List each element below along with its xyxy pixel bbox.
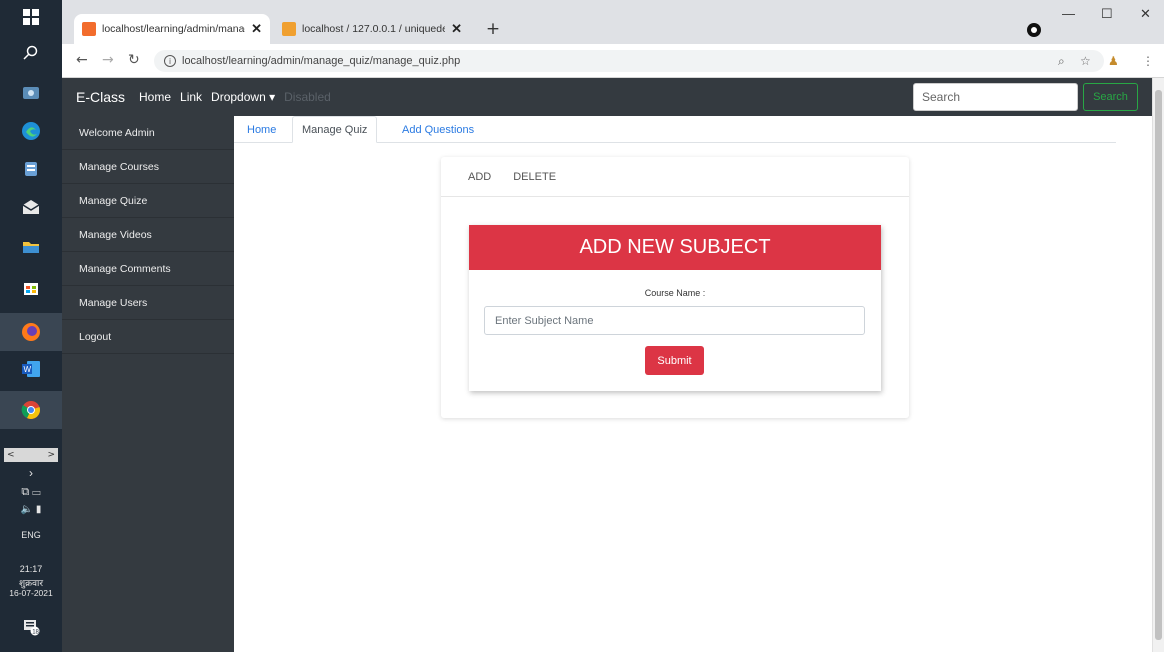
site-info-icon[interactable]: i xyxy=(164,55,176,67)
edge-icon[interactable] xyxy=(17,118,45,144)
sidebar-item-manage-courses[interactable]: Manage Courses xyxy=(62,150,234,184)
delete-action[interactable]: DELETE xyxy=(513,171,556,183)
nav-search-input[interactable]: Search xyxy=(913,83,1078,111)
sidebar-item-manage-comments[interactable]: Manage Comments xyxy=(62,252,234,286)
sidebar-item-manage-quize[interactable]: Manage Quize xyxy=(62,184,234,218)
new-tab-icon[interactable]: + xyxy=(482,18,504,40)
browser-tab[interactable]: localhost / 127.0.0.1 / uniquedev ✕ xyxy=(274,14,470,44)
taskbar-scroll[interactable]: < > xyxy=(4,448,58,462)
search-icon[interactable] xyxy=(17,40,45,66)
page-scrollbar[interactable] xyxy=(1152,78,1164,652)
language-indicator[interactable]: ENG xyxy=(0,530,62,540)
forward-icon[interactable]: → xyxy=(102,52,114,68)
browser-window: localhost/learning/admin/manag ✕ localho… xyxy=(62,0,1164,652)
subject-name-input[interactable]: Enter Subject Name xyxy=(484,306,865,335)
sidebar-item-logout[interactable]: Logout xyxy=(62,320,234,354)
store-icon[interactable] xyxy=(17,274,45,300)
task-view-icon[interactable] xyxy=(17,80,45,106)
add-subject-form: ADD NEW SUBJECT Course Name : Enter Subj… xyxy=(469,225,881,391)
chevron-right-icon[interactable]: › xyxy=(0,466,62,480)
nav-link-home[interactable]: Home xyxy=(139,90,171,104)
clock-time[interactable]: 21:17 xyxy=(0,564,62,574)
xampp-icon xyxy=(82,22,96,36)
course-name-label: Course Name : xyxy=(644,288,706,298)
quiz-card: ADD DELETE ADD NEW SUBJECT Course Name :… xyxy=(441,157,909,418)
submit-button[interactable]: Submit xyxy=(645,346,704,375)
web-page: E-Class Home Link Dropdown ▾ Disabled Se… xyxy=(62,78,1152,652)
zoom-icon[interactable]: ⌕ xyxy=(1058,54,1065,69)
content-tabs: Home Manage Quiz Add Questions xyxy=(234,116,1116,143)
notification-icon[interactable]: 18 xyxy=(17,614,45,640)
chevron-right-icon[interactable]: > xyxy=(47,450,55,460)
volume-network-icons[interactable]: 🔈 ▮ xyxy=(0,504,62,515)
close-tab-icon[interactable]: ✕ xyxy=(451,21,462,37)
clock-date: 16-07-2021 xyxy=(9,588,53,598)
word-icon[interactable]: W xyxy=(17,356,45,382)
sidebar-item-welcome[interactable]: Welcome Admin xyxy=(62,116,234,150)
file-explorer-icon[interactable] xyxy=(17,234,45,260)
bookmark-star-icon[interactable]: ☆ xyxy=(1080,54,1091,68)
maximize-icon[interactable]: ☐ xyxy=(1101,6,1113,22)
sidebar-item-manage-users[interactable]: Manage Users xyxy=(62,286,234,320)
mail-icon[interactable] xyxy=(17,194,45,220)
url-text: localhost/learning/admin/manage_quiz/man… xyxy=(182,55,461,67)
browser-tab-active[interactable]: localhost/learning/admin/manag ✕ xyxy=(74,14,270,44)
main-content: Home Manage Quiz Add Questions ADD DELET… xyxy=(234,116,1152,652)
firefox-icon[interactable] xyxy=(17,319,45,345)
nav-link-disabled: Disabled xyxy=(284,90,331,104)
tab-home[interactable]: Home xyxy=(247,116,276,143)
extension-icon[interactable]: ♟ xyxy=(1108,54,1119,68)
nav-dropdown[interactable]: Dropdown ▾ xyxy=(211,90,275,104)
browser-toolbar: ← → ↻ i localhost/learning/admin/manage_… xyxy=(62,44,1164,78)
tab-title: localhost / 127.0.0.1 / uniquedev xyxy=(302,23,446,35)
app-icon[interactable] xyxy=(17,156,45,182)
tab-title: localhost/learning/admin/manag xyxy=(102,23,246,35)
nav-link-link[interactable]: Link xyxy=(180,90,202,104)
tab-add-questions[interactable]: Add Questions xyxy=(402,116,474,143)
chrome-icon[interactable] xyxy=(17,397,45,423)
scrollbar-thumb[interactable] xyxy=(1155,90,1162,640)
phpmyadmin-icon xyxy=(282,22,296,36)
close-tab-icon[interactable]: ✕ xyxy=(251,21,262,37)
windows-start-icon[interactable] xyxy=(17,4,45,30)
menu-kebab-icon[interactable]: ⋮ xyxy=(1142,54,1154,68)
admin-sidebar: Welcome Admin Manage Courses Manage Quiz… xyxy=(62,116,234,652)
address-bar[interactable]: i localhost/learning/admin/manage_quiz/m… xyxy=(154,50,1104,72)
tray-icons[interactable]: ⧉ ▭ xyxy=(0,486,62,499)
tab-strip: localhost/learning/admin/manag ✕ localho… xyxy=(62,0,1164,44)
card-actions: ADD DELETE xyxy=(441,157,909,197)
close-window-icon[interactable]: ✕ xyxy=(1140,6,1151,22)
back-icon[interactable]: ← xyxy=(76,52,88,68)
chevron-left-icon[interactable]: < xyxy=(7,450,15,460)
profile-icon[interactable] xyxy=(1027,23,1041,37)
tab-manage-quiz[interactable]: Manage Quiz xyxy=(292,116,378,143)
brand-logo[interactable]: E-Class xyxy=(76,89,125,105)
sidebar-item-manage-videos[interactable]: Manage Videos xyxy=(62,218,234,252)
windows-taskbar: W < > › ⧉ ▭ 🔈 ▮ ENG 21:17 शुक्रवार 16-07-… xyxy=(0,0,62,652)
form-title: ADD NEW SUBJECT xyxy=(469,225,881,270)
add-action[interactable]: ADD xyxy=(468,171,491,183)
top-navbar: E-Class Home Link Dropdown ▾ Disabled Se… xyxy=(62,78,1152,116)
nav-search-button[interactable]: Search xyxy=(1083,83,1138,111)
reload-icon[interactable]: ↻ xyxy=(128,52,140,68)
svg-text:W: W xyxy=(24,365,32,374)
notification-count: 18 xyxy=(32,630,39,636)
minimize-icon[interactable]: — xyxy=(1062,6,1075,21)
